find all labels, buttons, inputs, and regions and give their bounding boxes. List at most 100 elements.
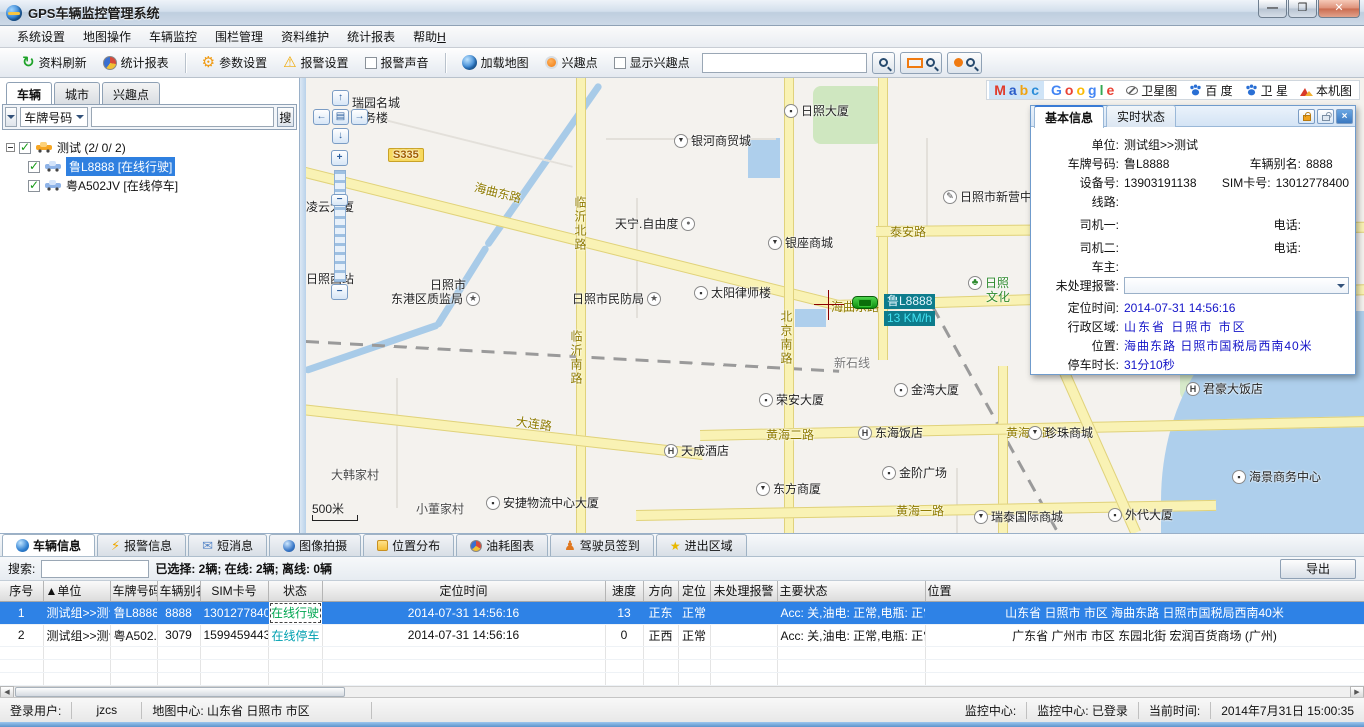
pan-center-button[interactable]: ▤: [332, 109, 349, 125]
vehicle-plate-tag[interactable]: 鲁L8888: [884, 294, 935, 309]
minor-street: [926, 138, 928, 228]
title-bar[interactable]: GPS车辆监控管理系统 — ❐ ✕: [0, 0, 1364, 26]
zoom-out-button[interactable]: −: [331, 284, 348, 300]
col-direction[interactable]: 方向: [643, 581, 678, 601]
tab-label: 短消息: [217, 537, 253, 554]
alarm-sound-checkbox[interactable]: [365, 57, 377, 69]
col-position[interactable]: 位置: [925, 581, 1364, 601]
col-status[interactable]: 状态: [268, 581, 322, 601]
plate-search-input[interactable]: [91, 107, 274, 127]
cell-unit: 测试组>>测试: [43, 624, 110, 646]
menu-help[interactable]: 帮助H: [404, 26, 455, 47]
pan-right-button[interactable]: →: [351, 109, 368, 125]
panel-close-button[interactable]: ×: [1336, 109, 1353, 124]
cell-fix: 正常: [678, 624, 710, 646]
horizontal-scrollbar[interactable]: ◀ ▶: [0, 686, 1364, 698]
col-plate[interactable]: 车牌号码: [110, 581, 157, 601]
tab-fuel-chart[interactable]: 油耗图表: [456, 534, 548, 556]
tree-root-row[interactable]: 测试 (2/ 0/ 2): [6, 138, 295, 157]
col-fix[interactable]: 定位: [678, 581, 710, 601]
table-row-selected[interactable]: 1 测试组>>测试 鲁L8888 8888 13012778400 在线行驶 2…: [0, 601, 1364, 624]
tree-vehicle-label[interactable]: 粤A502JV [在线停车]: [66, 177, 178, 194]
plate-search-button[interactable]: 搜: [277, 107, 294, 127]
col-unit[interactable]: ▲单位: [43, 581, 110, 601]
tab-driver-checkin[interactable]: ♟驾驶员签到: [550, 534, 654, 556]
tab-realtime-status[interactable]: 实时状态: [1106, 105, 1176, 127]
menu-map[interactable]: 地图操作: [74, 26, 140, 47]
search-field-combo[interactable]: 车牌号码: [20, 107, 88, 127]
col-loctime[interactable]: 定位时间: [322, 581, 605, 601]
tab-vehicle-info[interactable]: 车辆信息: [2, 534, 95, 556]
tree-vehicle-row[interactable]: 粤A502JV [在线停车]: [6, 176, 295, 195]
restore-button[interactable]: ❐: [1288, 0, 1317, 18]
col-alias[interactable]: 车辆别名: [157, 581, 200, 601]
alarm-dropdown[interactable]: [1124, 277, 1349, 294]
vehicle-marker[interactable]: [852, 296, 878, 309]
rect-search-button[interactable]: [900, 52, 942, 74]
show-poi-toggle[interactable]: 显示兴趣点: [606, 51, 698, 74]
close-button[interactable]: ✕: [1318, 0, 1360, 18]
menu-fence[interactable]: 围栏管理: [206, 26, 272, 47]
lock-button[interactable]: [1298, 109, 1315, 124]
tab-location-distribution[interactable]: 位置分布: [363, 534, 454, 556]
pan-up-button[interactable]: ↑: [332, 90, 349, 106]
menu-data[interactable]: 资料维护: [272, 26, 338, 47]
bottom-search-input[interactable]: [41, 560, 149, 578]
tab-city[interactable]: 城市: [54, 82, 100, 104]
load-map-button[interactable]: 加载地图: [454, 51, 537, 74]
tab-vehicle[interactable]: 车辆: [6, 82, 52, 104]
provider-baidu-satellite[interactable]: 卫 星: [1240, 81, 1293, 100]
collapse-icon[interactable]: [6, 143, 15, 152]
tab-alarm-info[interactable]: ⚡报警信息: [97, 534, 186, 556]
poi-search-input[interactable]: [702, 53, 867, 73]
pan-down-button[interactable]: ↓: [332, 128, 349, 144]
map-label-text: 银座商城: [785, 234, 833, 251]
road-label-text: 海曲东路: [473, 178, 524, 206]
search-mode-dropdown[interactable]: [5, 107, 17, 127]
menu-report[interactable]: 统计报表: [338, 26, 404, 47]
zoom-slider-thumb[interactable]: −: [331, 194, 348, 206]
railway-label-text: 新石线: [834, 354, 870, 371]
tab-sms[interactable]: ✉短消息: [188, 534, 267, 556]
alarm-settings-button[interactable]: ⚠报警设置: [275, 51, 356, 74]
col-speed[interactable]: 速度: [605, 581, 643, 601]
menu-vehicle[interactable]: 车辆监控: [140, 26, 206, 47]
report-button[interactable]: 统计报表: [95, 51, 177, 74]
col-mainstatus[interactable]: 主要状态: [777, 581, 925, 601]
tree-vehicle-label-selected[interactable]: 鲁L8888 [在线行驶]: [66, 157, 175, 176]
params-button[interactable]: ⚙参数设置: [194, 51, 275, 74]
dot-search-button[interactable]: [947, 52, 982, 74]
refresh-button[interactable]: ↻资料刷新: [14, 51, 95, 74]
alarm-sound-toggle[interactable]: 报警声音: [357, 51, 437, 74]
vehicle-checkbox[interactable]: [28, 161, 40, 173]
provider-baidu[interactable]: 百 度: [1184, 81, 1237, 100]
vehicle-checkbox[interactable]: [28, 180, 40, 192]
tab-area-inout[interactable]: ★进出区域: [656, 534, 747, 556]
poi-button[interactable]: 兴趣点: [537, 51, 606, 74]
provider-satellite[interactable]: 卫星图: [1121, 81, 1182, 100]
col-sim[interactable]: SIM卡号: [200, 581, 268, 601]
provider-mapabc[interactable]: Mabc: [989, 81, 1044, 99]
provider-local-map[interactable]: 本机图: [1295, 81, 1357, 100]
tab-image-capture[interactable]: 图像拍摄: [269, 534, 361, 556]
show-poi-checkbox[interactable]: [614, 57, 626, 69]
map-canvas[interactable]: 瑞园名城 商务楼 S335 凌云大厦 日照西站 海曲东路 临沂北路 天宁.自由度…: [306, 78, 1364, 533]
col-seq[interactable]: 序号: [0, 581, 43, 601]
root-checkbox[interactable]: [19, 142, 31, 154]
menu-system[interactable]: 系统设置: [8, 26, 74, 47]
zoom-slider-track[interactable]: [334, 170, 346, 282]
unlock-button[interactable]: [1317, 109, 1334, 124]
col-alarm[interactable]: 未处理报警: [710, 581, 777, 601]
scrollbar-thumb[interactable]: [15, 687, 345, 697]
minimize-button[interactable]: —: [1258, 0, 1287, 18]
provider-google[interactable]: Google: [1046, 81, 1119, 99]
table-row[interactable]: 2 测试组>>测试 粤A502... 3079 15994594434 在线停车…: [0, 624, 1364, 646]
pan-left-button[interactable]: ←: [313, 109, 330, 125]
search-button[interactable]: [872, 52, 895, 74]
zoom-in-button[interactable]: +: [331, 150, 348, 166]
export-button[interactable]: 导出: [1280, 559, 1356, 579]
tab-basic-info[interactable]: 基本信息: [1034, 105, 1104, 128]
tree-vehicle-row[interactable]: 鲁L8888 [在线行驶]: [6, 157, 295, 176]
tab-poi[interactable]: 兴趣点: [102, 82, 160, 104]
toolbar-separator: [185, 53, 186, 73]
